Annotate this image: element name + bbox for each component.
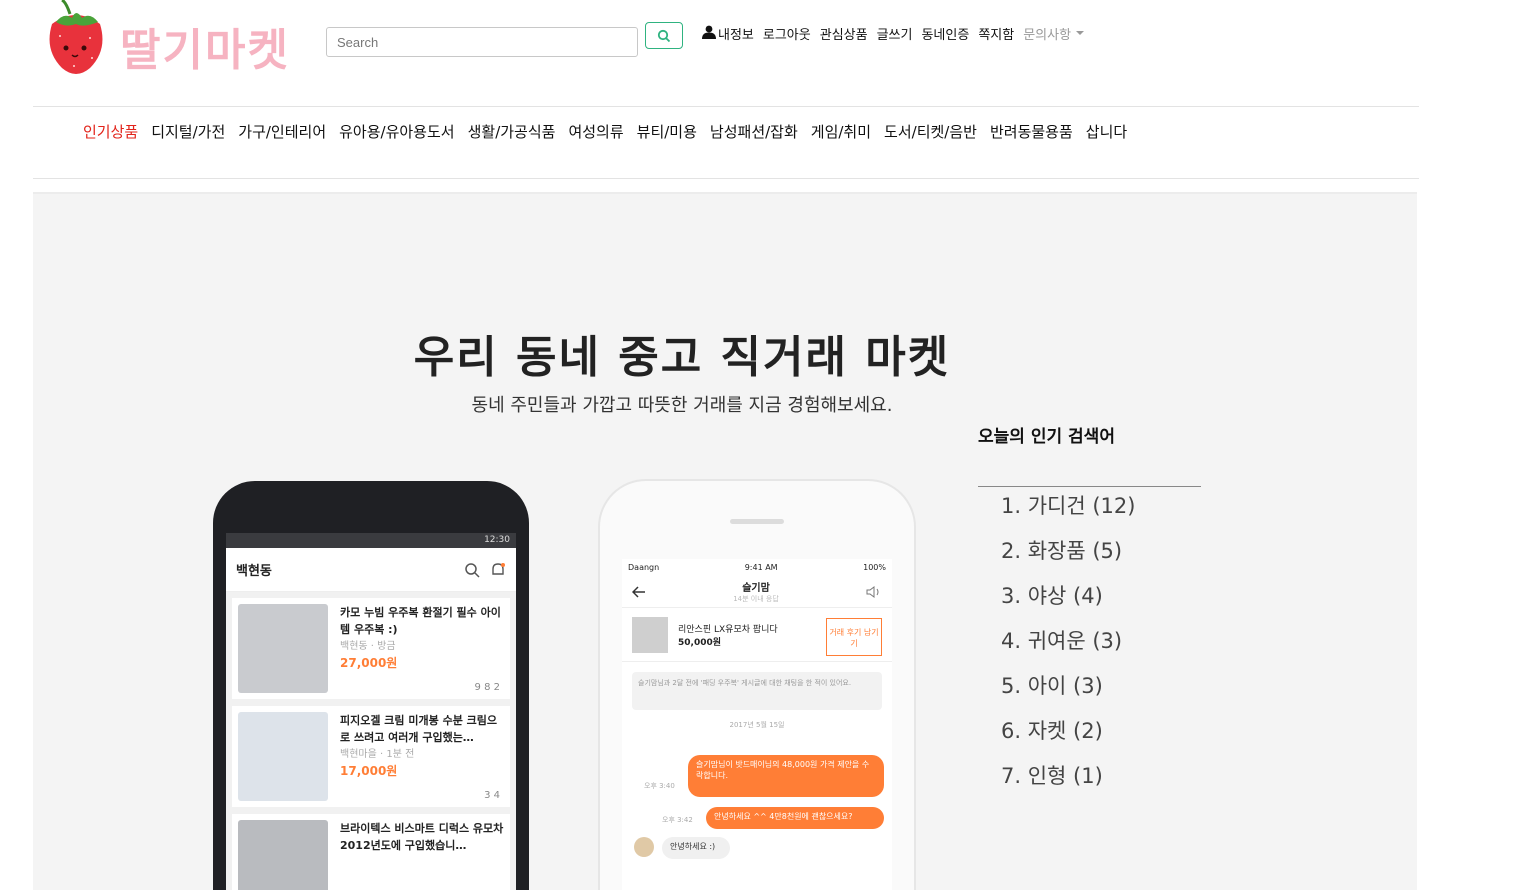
product-list: 카모 누빔 우주복 환절기 필수 아이템 우주복 :) 백현동 · 방금 27,… (226, 592, 516, 890)
category-buying[interactable]: 삽니다 (1086, 121, 1127, 142)
popular-keyword[interactable]: 4. 귀여운 (3) (1001, 626, 1135, 671)
chat-bubble: 안녕하세요 :) (662, 837, 730, 859)
chat-bubble: 안녕하세요 ^^ 4만8천원에 괜찮으세요? (706, 807, 884, 829)
carrier-label: Daangn (628, 563, 660, 572)
messages-link[interactable]: 쪽지함 (978, 24, 1014, 43)
product-stats: 9 8 2 (474, 682, 500, 693)
status-bar: 12:30 (226, 533, 516, 548)
bell-icon (492, 562, 505, 575)
status-bar: Daangn 9:41 AM 100% (622, 559, 892, 576)
product-thumbnail (238, 604, 328, 693)
category-kids[interactable]: 유아용/유아용도서 (339, 121, 454, 142)
popular-keyword[interactable]: 3. 야상 (4) (1001, 581, 1135, 626)
popular-keyword[interactable]: 5. 아이 (3) (1001, 671, 1135, 716)
phone-mockup-list: 12:30 백현동 카모 누빔 우주복 환절기 필수 아이템 우주복 :) 백현… (213, 481, 529, 890)
chat-time: 오후 3:42 (662, 816, 693, 824)
my-info-link[interactable]: 내정보 (702, 24, 754, 43)
inquiry-label: 문의사항 (1023, 27, 1072, 43)
product-title: 브라이텍스 비스마트 디럭스 유모차 2012년도에 구입했습니… (340, 822, 504, 852)
logout-link[interactable]: 로그아웃 (763, 24, 811, 43)
list-item: 카모 누빔 우주복 환절기 필수 아이템 우주복 :) 백현동 · 방금 27,… (232, 598, 510, 699)
phone-screen: 12:30 백현동 카모 누빔 우주복 환절기 필수 아이템 우주복 :) 백현… (226, 533, 516, 890)
phone-screen: Daangn 9:41 AM 100% 슬기맘 14분 이내 응답 리안스핀 L… (622, 559, 892, 890)
hero-section: 우리 동네 중고 직거래 마켓 동네 주민들과 가깝고 따뜻한 거래를 지금 경… (33, 192, 1417, 890)
product-thumbnail (632, 616, 668, 653)
product-price: 27,000원 (340, 656, 398, 670)
list-item: 브라이텍스 비스마트 디럭스 유모차 2012년도에 구입했습니… (232, 814, 510, 890)
category-women-clothing[interactable]: 여성의류 (568, 121, 623, 142)
phone-app-header: 백현동 (226, 548, 516, 592)
search-icon (465, 562, 480, 578)
product-thumbnail (238, 712, 328, 801)
product-title: 리안스핀 LX유모차 팝니다 (678, 624, 778, 635)
back-arrow-icon (632, 585, 645, 598)
chat-product: 리안스핀 LX유모차 팝니다 50,000원 거래 후기 남기기 (622, 608, 892, 662)
product-title: 피지오겔 크림 미개봉 수분 크림으로 쓰려고 여러개 구입했는… (340, 714, 497, 744)
product-price: 50,000원 (678, 637, 722, 648)
chat-time: 오후 3:40 (644, 782, 675, 790)
chat-response-time: 14분 이내 응답 (733, 595, 779, 603)
divider (33, 106, 1419, 107)
person-icon (702, 25, 716, 39)
top-links: 내정보 로그아웃 관심상품 글쓰기 동네인증 쪽지함 문의사항 (702, 22, 1085, 44)
product-meta: 백현동 · 방금 (340, 641, 396, 652)
my-info-label: 내정보 (718, 27, 754, 43)
strawberry-icon (49, 0, 103, 74)
chat-date: 2017년 5월 15일 (729, 721, 785, 729)
category-nav: 인기상품 디지털/가전 가구/인테리어 유아용/유아용도서 생활/가공식품 여성… (83, 121, 1127, 142)
product-stats: 3 4 (484, 790, 500, 801)
divider (33, 178, 1419, 179)
clock-label: 9:41 AM (744, 563, 778, 572)
category-men-fashion[interactable]: 남성패션/잡화 (710, 121, 798, 142)
avatar (634, 837, 654, 857)
write-link[interactable]: 글쓰기 (877, 24, 913, 43)
category-popular[interactable]: 인기상품 (83, 121, 138, 142)
phone-mockup-chat: Daangn 9:41 AM 100% 슬기맘 14분 이내 응답 리안스핀 L… (600, 481, 914, 890)
search-input[interactable] (326, 27, 638, 57)
interests-link[interactable]: 관심상품 (820, 24, 868, 43)
popular-keyword[interactable]: 2. 화장품 (5) (1001, 536, 1135, 581)
hero-subtitle: 동네 주민들과 가깝고 따뜻한 거래를 지금 경험해보세요. (471, 395, 893, 416)
speaker-slot (730, 519, 784, 524)
chat-partner: 슬기맘 14분 이내 응답 (733, 579, 779, 604)
popular-keyword[interactable]: 6. 자켓 (2) (1001, 716, 1135, 761)
search-button[interactable] (645, 22, 683, 49)
product-price: 17,000원 (340, 764, 398, 778)
chat-name: 슬기맘 (742, 583, 770, 594)
review-button: 거래 후기 남기기 (826, 618, 882, 656)
speaker-icon (866, 585, 879, 598)
product-meta: 백현마을 · 1분 전 (340, 749, 415, 760)
category-books[interactable]: 도서/티켓/음반 (884, 121, 977, 142)
popular-keyword[interactable]: 1. 가디건 (12) (1001, 491, 1135, 536)
popular-keywords-title: 오늘의 인기 검색어 (978, 427, 1115, 447)
category-beauty[interactable]: 뷰티/미용 (637, 121, 697, 142)
product-thumbnail (238, 820, 328, 890)
category-pets[interactable]: 반려동물용품 (990, 121, 1073, 142)
location-label: 백현동 (236, 564, 272, 579)
category-living[interactable]: 생활/가공식품 (468, 121, 556, 142)
chat-header: 슬기맘 14분 이내 응답 (622, 576, 892, 608)
search-icon (657, 29, 671, 42)
neighborhood-auth-link[interactable]: 동네인증 (921, 24, 969, 43)
chat-notice: 슬기맘님과 2달 전에 '패딩 우주복' 게시글에 대한 채팅을 한 적이 있어… (632, 672, 882, 710)
brand-name: 딸기마켓 (120, 25, 290, 76)
battery-label: 100% (863, 563, 886, 572)
popular-keywords-list: 1. 가디건 (12) 2. 화장품 (5) 3. 야상 (4) 4. 귀여운 … (1001, 491, 1135, 806)
divider (978, 486, 1201, 487)
category-digital[interactable]: 디지털/가전 (151, 121, 225, 142)
category-furniture[interactable]: 가구/인테리어 (238, 121, 326, 142)
inquiry-dropdown[interactable]: 문의사항 (1023, 24, 1085, 43)
chat-bubble: 슬기맘님이 밧드매이님의 48,000원 가격 제안을 수락합니다. (688, 755, 884, 797)
hero-title: 우리 동네 중고 직거래 마켓 (413, 332, 951, 383)
category-games[interactable]: 게임/취미 (811, 121, 871, 142)
caret-down-icon (1076, 31, 1085, 35)
brand-logo[interactable]: 딸기마켓 (44, 0, 294, 80)
list-item: 피지오겔 크림 미개봉 수분 크림으로 쓰려고 여러개 구입했는… 백현마을 ·… (232, 706, 510, 807)
product-title: 카모 누빔 우주복 환절기 필수 아이템 우주복 :) (340, 606, 501, 636)
popular-keyword[interactable]: 7. 인형 (1) (1001, 761, 1135, 806)
